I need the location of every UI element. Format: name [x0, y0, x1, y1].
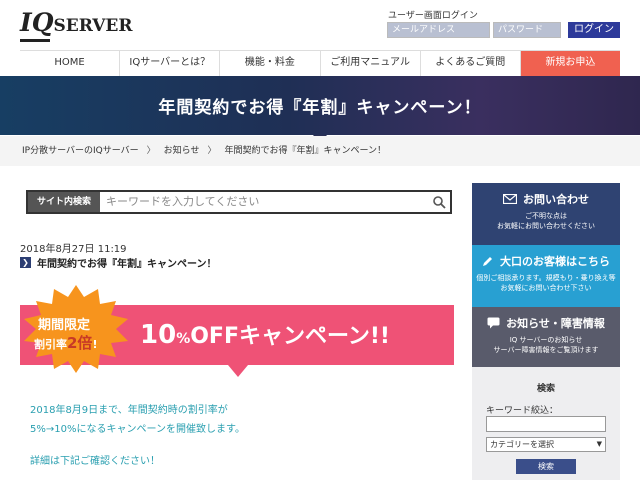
email-input[interactable]: メールアドレス	[387, 22, 490, 38]
chevron-right-icon: ❯	[20, 257, 31, 268]
nav-manual[interactable]: ご利用マニュアル	[319, 51, 420, 76]
burst-rate-exclaim: !	[92, 338, 98, 351]
banner-number: 10	[140, 320, 177, 350]
search-icon[interactable]	[428, 192, 450, 212]
breadcrumb: IP分散サーバーのIQサーバー〉お知らせ〉年間契約でお得『年割』キャンペーン！	[0, 136, 640, 166]
login-title: ユーザー画面ログイン	[388, 11, 478, 21]
speech-bubble-icon	[487, 317, 500, 329]
post-title-text: 年間契約でお得『年割』キャンペーン！	[37, 259, 217, 270]
nav-home[interactable]: HOME	[20, 51, 119, 76]
sidebar-notice-heading: お知らせ・障害情報	[472, 315, 620, 331]
banner-headline: 10%OFFキャンペーン!!	[140, 318, 390, 350]
burst-rate-label: 割引率	[34, 338, 67, 351]
password-input[interactable]: パスワード	[493, 22, 561, 38]
keyword-filter-input[interactable]	[486, 416, 606, 432]
breadcrumb-home[interactable]: IP分散サーバーのIQサーバー	[22, 146, 139, 156]
login-button[interactable]: ログイン	[568, 22, 620, 38]
logo-server-text: SERVER	[53, 16, 133, 36]
mail-icon	[503, 194, 517, 204]
burst-text-limited: 期間限定	[38, 318, 91, 333]
body-text-line: 詳細は下記ご確認ください！	[30, 456, 160, 467]
page-title: 年間契約でお得『年割』キャンペーン！	[158, 98, 482, 118]
sidebar-big-sub2: お気軽にお問い合わせ下さい	[500, 284, 592, 292]
sidebar-notice[interactable]: お知らせ・障害情報 IQ サーバーのお知らせ サーバー障害情報をご覧頂けます	[472, 307, 620, 367]
sidebar-big-customer[interactable]: 大口のお客様はこちら 個別ご相談承ります。規模もり・乗り換え等 お気軽にお問い合…	[472, 245, 620, 307]
breadcrumb-news[interactable]: お知らせ	[164, 146, 200, 156]
sidebar-contact-heading: お問い合わせ	[472, 191, 620, 207]
category-select-value: カテゴリーを選択	[490, 440, 554, 449]
nav-apply-button[interactable]: 新規お申込	[519, 51, 621, 76]
sidebar-search: 検索 キーワード絞込： カテゴリーを選択 ▼ 検索	[472, 367, 620, 480]
logo-iq-text: IQ	[20, 8, 54, 37]
sidebar-big-heading: 大口のお客様はこちら	[472, 253, 620, 269]
top-bar: IQSERVER ユーザー画面ログイン メールアドレス パスワード ログイン	[0, 0, 640, 50]
keyword-filter-label: キーワード絞込：	[486, 406, 559, 416]
chevron-down-icon: ▼	[596, 440, 602, 448]
nav-features[interactable]: 機能・料金	[219, 51, 319, 76]
main-nav: HOME IQサーバーとは？ 機能・料金 ご利用マニュアル よくあるご質問 新規…	[20, 50, 621, 76]
post-title[interactable]: ❯ 年間契約でお得『年割』キャンペーン！	[20, 255, 217, 270]
sidebar-contact-title: お問い合わせ	[523, 193, 589, 206]
logo-underline	[20, 39, 50, 42]
post-date: 2018年8月27日 11:19	[20, 244, 127, 255]
banner-headline-rest: OFFキャンペーン!!	[190, 324, 390, 349]
hero-banner: 年間契約でお得『年割』キャンペーン！	[0, 76, 640, 135]
breadcrumb-current: 年間契約でお得『年割』キャンペーン！	[224, 146, 387, 156]
banner-pointer	[228, 365, 248, 377]
burst-rate-value: 2倍	[67, 334, 93, 352]
category-select[interactable]: カテゴリーを選択 ▼	[486, 437, 606, 452]
site-logo[interactable]: IQSERVER	[20, 8, 133, 42]
sidebar-notice-sub2: サーバー障害情報をご覧頂けます	[493, 346, 599, 354]
breadcrumb-separator: 〉	[207, 146, 217, 156]
body-text-line: 2018年8月9日まで、年間契約時の割引率が	[30, 405, 228, 416]
search-label: サイト内検索	[28, 192, 100, 212]
sidebar-contact-sub2: お気軽にお問い合わせください	[497, 222, 595, 230]
nav-faq[interactable]: よくあるご質問	[419, 51, 520, 76]
site-search: サイト内検索 キーワードを入力してください	[26, 190, 452, 214]
page: IQSERVER ユーザー画面ログイン メールアドレス パスワード ログイン H…	[0, 0, 640, 480]
sidebar-contact-sub1: ご不明な点は	[525, 212, 567, 220]
sidebar-big-sub1: 個別ご相談承ります。規模もり・乗り換え等	[476, 274, 616, 282]
sidebar-notice-sub1: IQ サーバーのお知らせ	[509, 336, 583, 344]
pencil-icon	[483, 257, 492, 266]
sidebar-notice-title: お知らせ・障害情報	[506, 317, 605, 330]
nav-about[interactable]: IQサーバーとは？	[119, 51, 219, 76]
body-text-line: 5%→10%になるキャンペーンを開催致します。	[30, 424, 245, 435]
sidebar-big-title: 大口のお客様はこちら	[500, 255, 610, 268]
sidebar-search-button[interactable]: 検索	[516, 459, 576, 474]
sidebar-contact[interactable]: お問い合わせ ご不明な点は お気軽にお問い合わせください	[472, 183, 620, 245]
burst-text-rate: 割引率2倍!	[34, 332, 97, 353]
breadcrumb-separator: 〉	[146, 146, 156, 156]
banner-percent: %	[176, 331, 191, 347]
sidebar-search-title: 検索	[536, 384, 555, 394]
search-input[interactable]: キーワードを入力してください	[100, 192, 428, 212]
